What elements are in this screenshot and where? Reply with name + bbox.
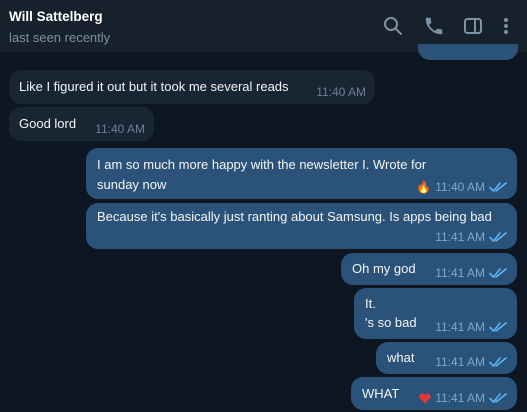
message-bubble-partial [418,44,518,60]
double-check-icon [489,268,507,278]
double-check-icon [489,357,507,367]
message-time: 11:41 AM [435,230,485,244]
message-time: 11:40 AM [316,85,366,99]
message-time: 11:40 AM [95,122,145,136]
message-bubble-outgoing[interactable]: It. 's so bad 11:41 AM [354,288,517,339]
message-text: Good lord [19,116,77,131]
message-bubble-incoming[interactable]: Like I figured it out but it took me sev… [9,70,375,104]
sidebar-toggle-icon[interactable] [462,15,484,37]
double-check-icon [489,232,507,242]
double-check-icon [489,182,507,192]
fire-reaction-icon[interactable]: 🔥 [416,181,431,193]
message-time: 11:41 AM [435,266,485,280]
message-text: I am so much more happy with the newslet… [97,157,427,192]
contact-name[interactable]: Will Sattelberg [9,9,103,24]
double-check-icon [489,322,507,332]
message-bubble-outgoing[interactable]: Oh my god 11:41 AM [341,253,517,285]
message-bubble-outgoing[interactable]: Because it's basically just ranting abou… [86,203,517,249]
more-vert-icon[interactable] [498,15,514,37]
message-time: 11:41 AM [435,320,485,334]
phone-icon[interactable] [423,15,445,37]
message-text: Like I figured it out but it took me sev… [19,79,289,94]
message-bubble-incoming[interactable]: Good lord 11:40 AM [9,107,154,141]
message-meta: 11:40 AM [316,85,366,99]
double-check-icon [489,393,507,403]
message-text-line-1: It. [365,296,376,311]
heart-reaction-icon[interactable] [419,393,431,404]
message-time: 11:41 AM [435,355,485,369]
message-text: Oh my god [352,261,416,276]
message-text: what [387,350,415,365]
message-text: WHAT [362,386,400,401]
message-text: Because it's basically just ranting abou… [97,209,492,224]
message-bubble-outgoing[interactable]: I am so much more happy with the newslet… [86,148,517,199]
message-time: 11:41 AM [435,391,485,405]
message-bubble-outgoing[interactable]: WHAT 11:41 AM [351,377,517,410]
search-icon[interactable] [382,15,404,37]
message-meta: 11:40 AM [95,122,145,136]
message-meta: 11:41 AM [419,391,508,405]
message-meta: 🔥 11:40 AM [416,180,508,194]
message-meta: 11:41 AM [435,230,508,244]
message-bubble-outgoing[interactable]: what 11:41 AM [376,342,517,374]
message-meta: 11:41 AM [435,320,508,334]
message-time: 11:40 AM [435,180,485,194]
message-meta: 11:41 AM [435,266,508,280]
message-text-line-2: 's so bad [365,315,417,330]
message-meta: 11:41 AM [435,355,508,369]
contact-status: last seen recently [9,30,111,45]
